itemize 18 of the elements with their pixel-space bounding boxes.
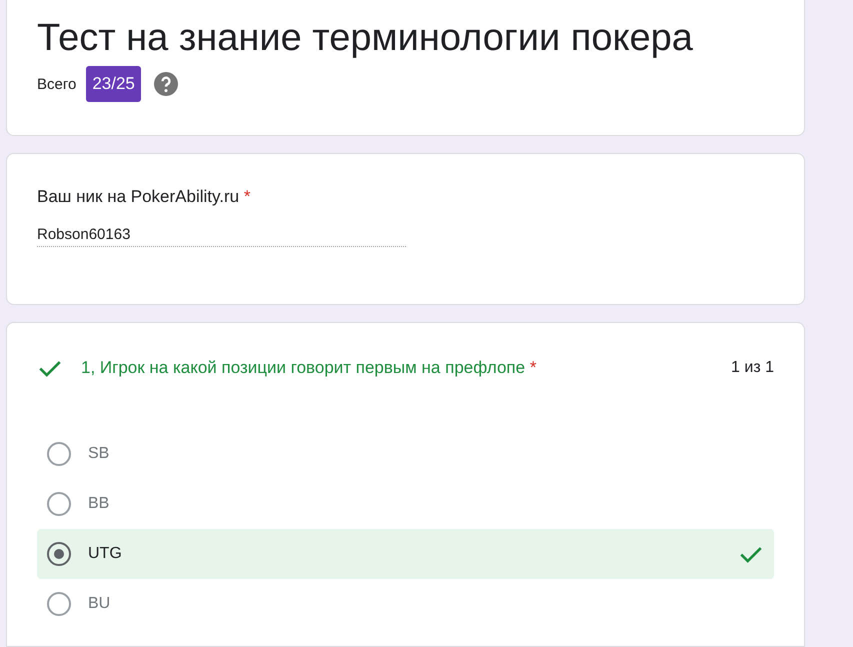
radio-button[interactable] (47, 542, 71, 566)
answer-field[interactable]: Robson60163 (37, 226, 406, 247)
option-label: BB (88, 495, 110, 513)
option-label: BU (88, 595, 112, 613)
required-mark: * (530, 358, 536, 377)
question-text: 1, Игрок на какой позиции говорит первым на префлопе (81, 358, 526, 377)
question-text: Ваш ник на PokerAbility.ru (37, 187, 240, 206)
help-icon[interactable] (154, 72, 178, 96)
total-label: Всего (37, 76, 76, 92)
radio-button[interactable] (47, 492, 71, 516)
score-badge: 23/25 (86, 66, 141, 102)
option-label: SB (88, 445, 110, 463)
points-label: 1 из 1 (731, 359, 774, 377)
form-title: Тест на знание терминологии покера (37, 16, 694, 60)
radio-button[interactable] (47, 592, 71, 616)
option-label: UTG (88, 545, 123, 563)
required-mark: * (244, 187, 250, 206)
radio-button[interactable] (47, 442, 71, 466)
